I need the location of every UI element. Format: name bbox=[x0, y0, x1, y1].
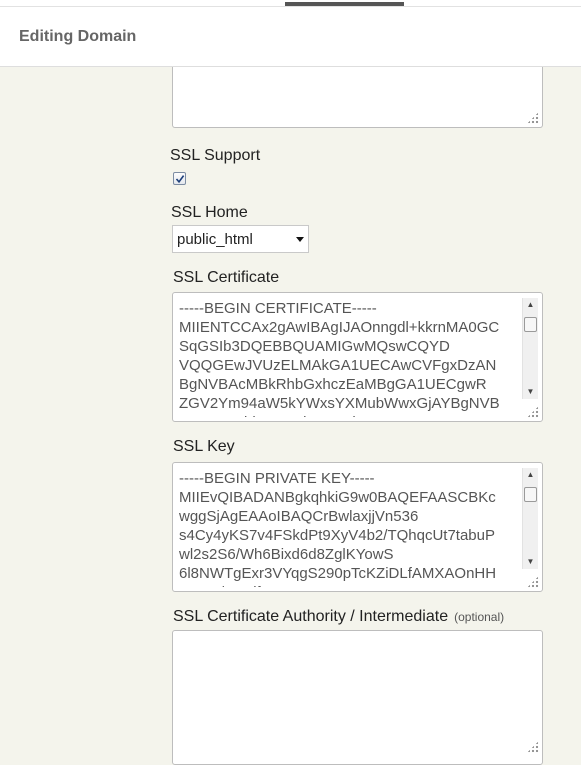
ssl-key-textarea[interactable]: -----BEGIN PRIVATE KEY----- MIIEvQIBADAN… bbox=[172, 462, 543, 592]
ssl-home-label: SSL Home bbox=[171, 204, 248, 221]
ssl-key-scrollbar[interactable]: ▲ ▼ bbox=[522, 468, 538, 569]
scroll-up-arrow-icon[interactable]: ▲ bbox=[523, 299, 538, 311]
previous-textarea[interactable] bbox=[172, 67, 543, 128]
scroll-up-arrow-icon[interactable]: ▲ bbox=[523, 469, 538, 481]
ssl-key-label: SSL Key bbox=[173, 438, 235, 455]
page-title: Editing Domain bbox=[19, 28, 137, 45]
resize-grip-icon[interactable] bbox=[527, 576, 539, 588]
scroll-down-arrow-icon[interactable]: ▼ bbox=[523, 556, 538, 568]
ssl-key-text: -----BEGIN PRIVATE KEY----- MIIEvQIBADAN… bbox=[179, 470, 497, 587]
ssl-home-select[interactable]: public_html bbox=[172, 225, 309, 253]
scroll-thumb[interactable] bbox=[524, 317, 537, 332]
resize-grip-icon[interactable] bbox=[527, 112, 539, 124]
ssl-authority-textarea[interactable] bbox=[172, 630, 543, 765]
dropdown-arrow-icon bbox=[296, 237, 304, 242]
resize-grip-icon[interactable] bbox=[527, 406, 539, 418]
ssl-certificate-text: -----BEGIN CERTIFICATE----- MIIENTCCAx2g… bbox=[179, 300, 500, 417]
resize-grip-icon[interactable] bbox=[527, 741, 539, 753]
ssl-authority-label: SSL Certificate Authority / Intermediate… bbox=[173, 608, 504, 626]
ssl-support-checkbox[interactable] bbox=[173, 172, 186, 185]
checkmark-icon bbox=[175, 175, 185, 184]
ssl-certificate-label: SSL Certificate bbox=[173, 269, 280, 286]
page-header: Editing Domain bbox=[0, 7, 581, 67]
ssl-support-label: SSL Support bbox=[170, 147, 261, 164]
ssl-certificate-textarea[interactable]: -----BEGIN CERTIFICATE----- MIIENTCCAx2g… bbox=[172, 292, 543, 422]
scroll-thumb[interactable] bbox=[524, 487, 537, 502]
ssl-home-selected-value: public_html bbox=[177, 231, 253, 248]
optional-note: (optional) bbox=[454, 610, 505, 624]
ssl-certificate-scrollbar[interactable]: ▲ ▼ bbox=[522, 298, 538, 399]
active-tab-indicator bbox=[285, 2, 404, 6]
scroll-down-arrow-icon[interactable]: ▼ bbox=[523, 386, 538, 398]
ssl-authority-label-text: SSL Certificate Authority / Intermediate bbox=[173, 608, 449, 625]
